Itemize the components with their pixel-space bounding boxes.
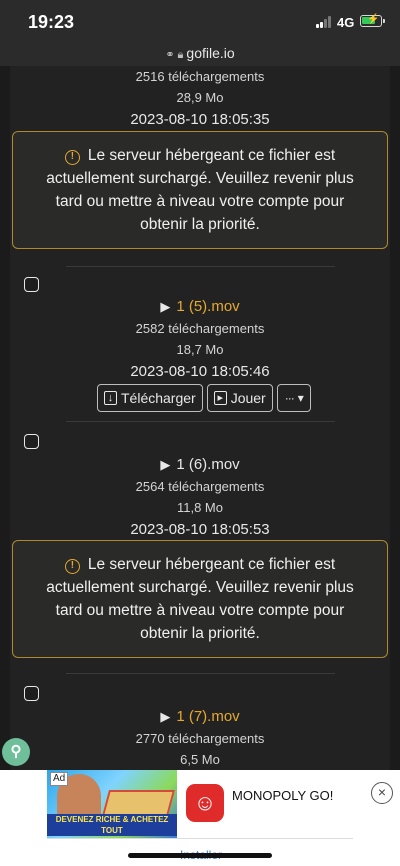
ad-label: Ad xyxy=(50,772,69,786)
ad-banner[interactable]: DEVENEZ RICHE & ACHETEZ TOUT Ad ☺ MONOPO… xyxy=(0,770,400,866)
file-downloads: 2582 téléchargements xyxy=(135,321,265,336)
file-date: 2023-08-10 18:05:53 xyxy=(130,521,270,538)
file-checkbox[interactable] xyxy=(24,434,39,449)
file-item: ▶︎ 1 (6).mov 2564 téléchargements 11,8 Mo… xyxy=(0,454,400,541)
file-size: 6,5 Mo xyxy=(180,752,220,767)
file-name-link[interactable]: ▶︎ 1 (5).mov xyxy=(0,296,400,318)
file-item: 2516 téléchargements 28,9 Mo 2023-08-10 … xyxy=(0,66,400,131)
warning-text: Le serveur hébergeant ce fichier est act… xyxy=(46,556,354,642)
url-bar[interactable]: ⚭ 🔒︎ gofile.io xyxy=(0,44,400,66)
divider xyxy=(66,421,335,422)
file-name-link[interactable]: ▶︎ 1 (6).mov xyxy=(0,454,400,476)
divider xyxy=(66,673,335,674)
overload-warning: ! Le serveur hébergeant ce fichier est ac… xyxy=(12,131,388,249)
file-downloads: 2770 téléchargements xyxy=(135,731,265,746)
play-icon: ▸ xyxy=(213,391,227,405)
play-button[interactable]: ▸ Jouer xyxy=(206,384,273,412)
network-type: 4G xyxy=(337,15,355,30)
app-icon[interactable]: ☺ xyxy=(186,784,224,822)
battery-icon: ⚡ xyxy=(360,14,385,27)
file-video-icon: ▶︎ xyxy=(160,709,171,724)
file-size: 28,9 Mo xyxy=(176,90,224,105)
file-name: 1 (6).mov xyxy=(176,456,240,473)
file-item: ▶︎ 1 (5).mov 2582 téléchargements 18,7 Mo… xyxy=(0,296,400,383)
file-actions: ↓ Télécharger ▸ Jouer ··· ▾ xyxy=(97,384,311,412)
file-name: 1 (5).mov xyxy=(176,298,240,315)
file-date: 2023-08-10 18:05:46 xyxy=(130,363,270,380)
file-size: 11,8 Mo xyxy=(176,500,223,515)
file-size: 18,7 Mo xyxy=(176,342,224,357)
file-name-link[interactable]: ▶︎ 1 (7).mov xyxy=(0,706,400,728)
more-menu-button[interactable]: ··· ▾ xyxy=(276,384,311,412)
warning-icon: ! xyxy=(64,559,80,574)
file-video-icon: ▶︎ xyxy=(160,457,171,472)
file-checkbox[interactable] xyxy=(24,277,39,292)
file-list[interactable]: 2516 téléchargements 28,9 Mo 2023-08-10 … xyxy=(0,66,400,770)
tracker-icon: ⚭ xyxy=(165,49,175,61)
file-downloads: 2516 téléchargements xyxy=(135,69,265,84)
download-button[interactable]: ↓ Télécharger xyxy=(97,384,203,412)
floating-help-button[interactable]: ⚲ xyxy=(2,738,30,766)
divider xyxy=(66,266,335,267)
url-text: gofile.io xyxy=(186,45,235,61)
file-checkbox[interactable] xyxy=(24,686,39,701)
file-date: 2023-08-10 18:05:35 xyxy=(130,111,270,128)
status-bar: 19:23 4G ⚡ xyxy=(0,0,400,44)
overload-warning: ! Le serveur hébergeant ce fichier est ac… xyxy=(12,540,388,658)
home-indicator xyxy=(128,853,272,858)
file-video-icon: ▶︎ xyxy=(160,299,171,314)
file-downloads: 2564 téléchargements xyxy=(135,479,265,494)
signal-icon xyxy=(316,16,334,28)
file-item: ▶︎ 1 (7).mov 2770 téléchargements 6,5 Mo xyxy=(0,706,400,770)
close-ad-icon[interactable]: × xyxy=(371,782,393,804)
lock-icon: 🔒︎ xyxy=(177,49,184,61)
status-time: 19:23 xyxy=(28,12,75,32)
download-icon: ↓ xyxy=(104,391,117,405)
divider xyxy=(47,838,353,839)
warning-text: Le serveur hébergeant ce fichier est act… xyxy=(46,147,354,233)
file-name: 1 (7).mov xyxy=(176,708,240,725)
caret-down-icon: ▾ xyxy=(297,391,304,405)
warning-icon: ! xyxy=(64,150,80,165)
ad-banner-text: DEVENEZ RICHE & ACHETEZ TOUT xyxy=(47,814,177,836)
ad-app-name[interactable]: MONOPOLY GO! xyxy=(232,788,333,803)
